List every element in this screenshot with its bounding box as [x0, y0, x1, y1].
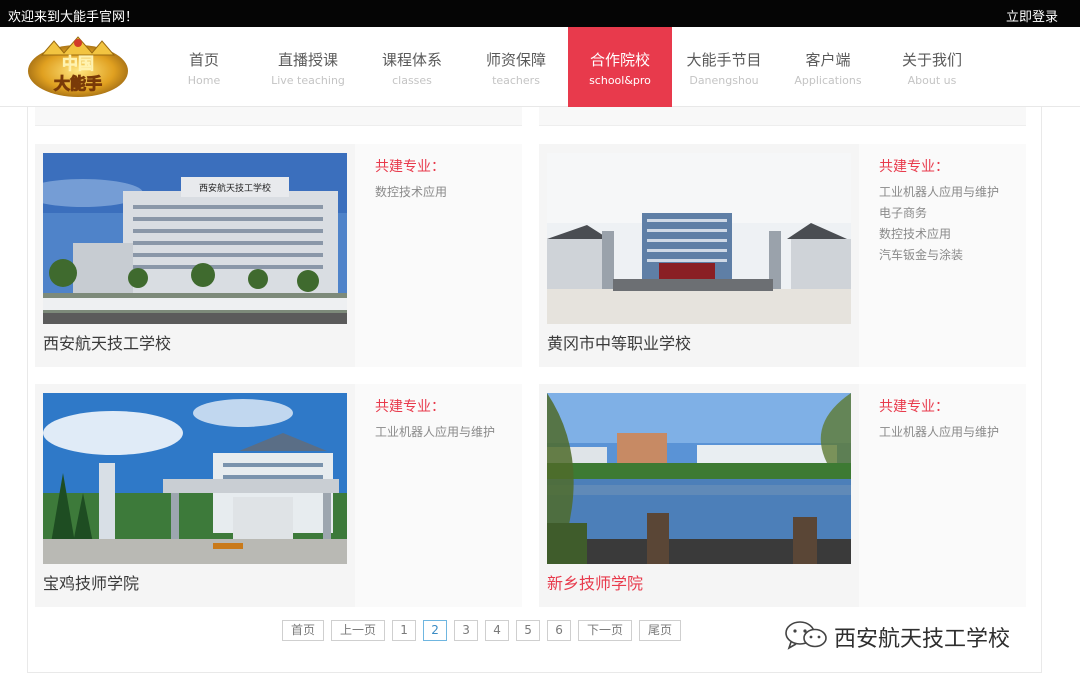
- majors-title: 共建专业：: [375, 399, 445, 415]
- school-card[interactable]: 宝鸡技师学院 共建专业： 工业机器人应用与维护: [35, 384, 522, 607]
- nav-item-applications[interactable]: 客户端 Applications: [776, 27, 880, 107]
- page-button-2[interactable]: 2: [423, 620, 448, 641]
- school-photo[interactable]: [547, 153, 851, 324]
- nav-label: 大能手节目: [686, 51, 762, 69]
- nav-item-live-teaching[interactable]: 直播授课 Live teaching: [256, 27, 360, 107]
- nav-sublabel: Danengshou: [689, 74, 759, 87]
- top-bar: 欢迎来到大能手官网！ 立即登录: [0, 0, 1080, 27]
- major-item: 工业机器人应用与维护: [879, 425, 1000, 439]
- page-button-3[interactable]: 3: [454, 620, 479, 641]
- major-item: 数控技术应用: [879, 227, 952, 241]
- logo-line2: 大能手: [54, 74, 102, 93]
- page-button-4[interactable]: 4: [485, 620, 510, 641]
- header: 中国 大能手 首页 Home 直播授课 Live teaching 课程体系 clas…: [0, 27, 1080, 107]
- first-page-button[interactable]: 首页: [282, 620, 325, 641]
- majors-panel: 共建专业： 工业机器人应用与维护: [355, 384, 522, 607]
- majors-list: 工业机器人应用与维护 电子商务 数控技术应用 汽车钣金与涂装: [879, 182, 999, 266]
- page-button-6[interactable]: 6: [547, 620, 572, 641]
- school-photo[interactable]: [43, 393, 347, 564]
- watermark: 西安航天技工学校: [784, 620, 1010, 654]
- nav-label: 首页: [188, 51, 219, 69]
- page-button-1[interactable]: 1: [392, 620, 417, 641]
- school-name[interactable]: 黄冈市中等职业学校: [547, 330, 691, 354]
- nav-label: 课程体系: [381, 51, 442, 69]
- school-photo[interactable]: 西安航天技工学校: [43, 153, 347, 324]
- nav-sublabel: Applications: [794, 74, 862, 87]
- majors-title: 共建专业：: [879, 399, 949, 415]
- nav-sublabel: Live teaching: [271, 74, 345, 87]
- majors-list: 数控技术应用: [375, 182, 447, 203]
- welcome-text: 欢迎来到大能手官网！: [8, 10, 139, 25]
- nav-item-danengshou[interactable]: 大能手节目 Danengshou: [672, 27, 776, 107]
- nav-item-school-pro[interactable]: 合作院校 school&pro: [568, 27, 672, 107]
- major-item: 工业机器人应用与维护: [879, 185, 1000, 199]
- nav-label: 合作院校: [589, 51, 650, 69]
- nav-item-classes[interactable]: 课程体系 classes: [360, 27, 464, 107]
- nav-label: 师资保障: [485, 51, 546, 69]
- nav-sublabel: teachers: [492, 74, 540, 87]
- page-button-5[interactable]: 5: [516, 620, 541, 641]
- majors-list: 工业机器人应用与维护: [375, 422, 495, 443]
- nav-sublabel: school&pro: [589, 74, 651, 87]
- main-nav: 首页 Home 直播授课 Live teaching 课程体系 classes 师资保…: [152, 27, 984, 107]
- nav-item-about-us[interactable]: 关于我们 About us: [880, 27, 984, 107]
- nav-sublabel: Home: [187, 74, 221, 87]
- school-card[interactable]: 黄冈市中等职业学校 共建专业： 工业机器人应用与维护 电子商务 数控技术应用 汽…: [539, 144, 1026, 367]
- major-item: 数控技术应用: [375, 185, 448, 199]
- nav-item-teachers[interactable]: 师资保障 teachers: [464, 27, 568, 107]
- last-page-button[interactable]: 尾页: [639, 620, 682, 641]
- major-item: 汽车钣金与涂装: [879, 248, 964, 262]
- previous-row-card: [539, 107, 1026, 126]
- building-sign: 西安航天技工学校: [199, 182, 271, 194]
- majors-list: 工业机器人应用与维护: [879, 422, 999, 443]
- nav-label: 关于我们: [901, 51, 962, 69]
- school-name[interactable]: 新乡技师学院: [547, 570, 643, 594]
- majors-title: 共建专业：: [879, 159, 949, 175]
- nav-item-home[interactable]: 首页 Home: [152, 27, 256, 107]
- majors-panel: 共建专业： 数控技术应用: [355, 144, 522, 367]
- login-link[interactable]: 立即登录: [1006, 6, 1058, 25]
- nav-label: 直播授课: [277, 51, 338, 69]
- school-card[interactable]: 西安航天技工学校 西安航天技工学校 共建专业： 数控技术应用: [35, 144, 522, 367]
- pagination: 首页 上一页 1 2 3 4 5 6 下一页 尾页: [282, 620, 682, 641]
- majors-title: 共建专业：: [375, 159, 445, 175]
- prev-page-button[interactable]: 上一页: [331, 620, 386, 641]
- previous-row-card: [35, 107, 522, 126]
- wechat-icon: [784, 620, 828, 654]
- major-item: 电子商务: [879, 206, 928, 220]
- next-page-button[interactable]: 下一页: [578, 620, 633, 641]
- site-logo[interactable]: 中国 大能手: [24, 35, 132, 101]
- major-item: 工业机器人应用与维护: [375, 425, 496, 439]
- watermark-text: 西安航天技工学校: [834, 627, 1011, 652]
- nav-sublabel: classes: [392, 74, 432, 87]
- majors-panel: 共建专业： 工业机器人应用与维护 电子商务 数控技术应用 汽车钣金与涂装: [859, 144, 1026, 367]
- majors-panel: 共建专业： 工业机器人应用与维护: [859, 384, 1026, 607]
- nav-label: 客户端: [805, 51, 851, 69]
- school-name[interactable]: 西安航天技工学校: [43, 330, 171, 354]
- nav-sublabel: About us: [907, 74, 957, 87]
- school-name[interactable]: 宝鸡技师学院: [43, 570, 139, 594]
- logo-line1: 中国: [62, 54, 94, 73]
- school-photo[interactable]: [547, 393, 851, 564]
- school-card[interactable]: 新乡技师学院 共建专业： 工业机器人应用与维护: [539, 384, 1026, 607]
